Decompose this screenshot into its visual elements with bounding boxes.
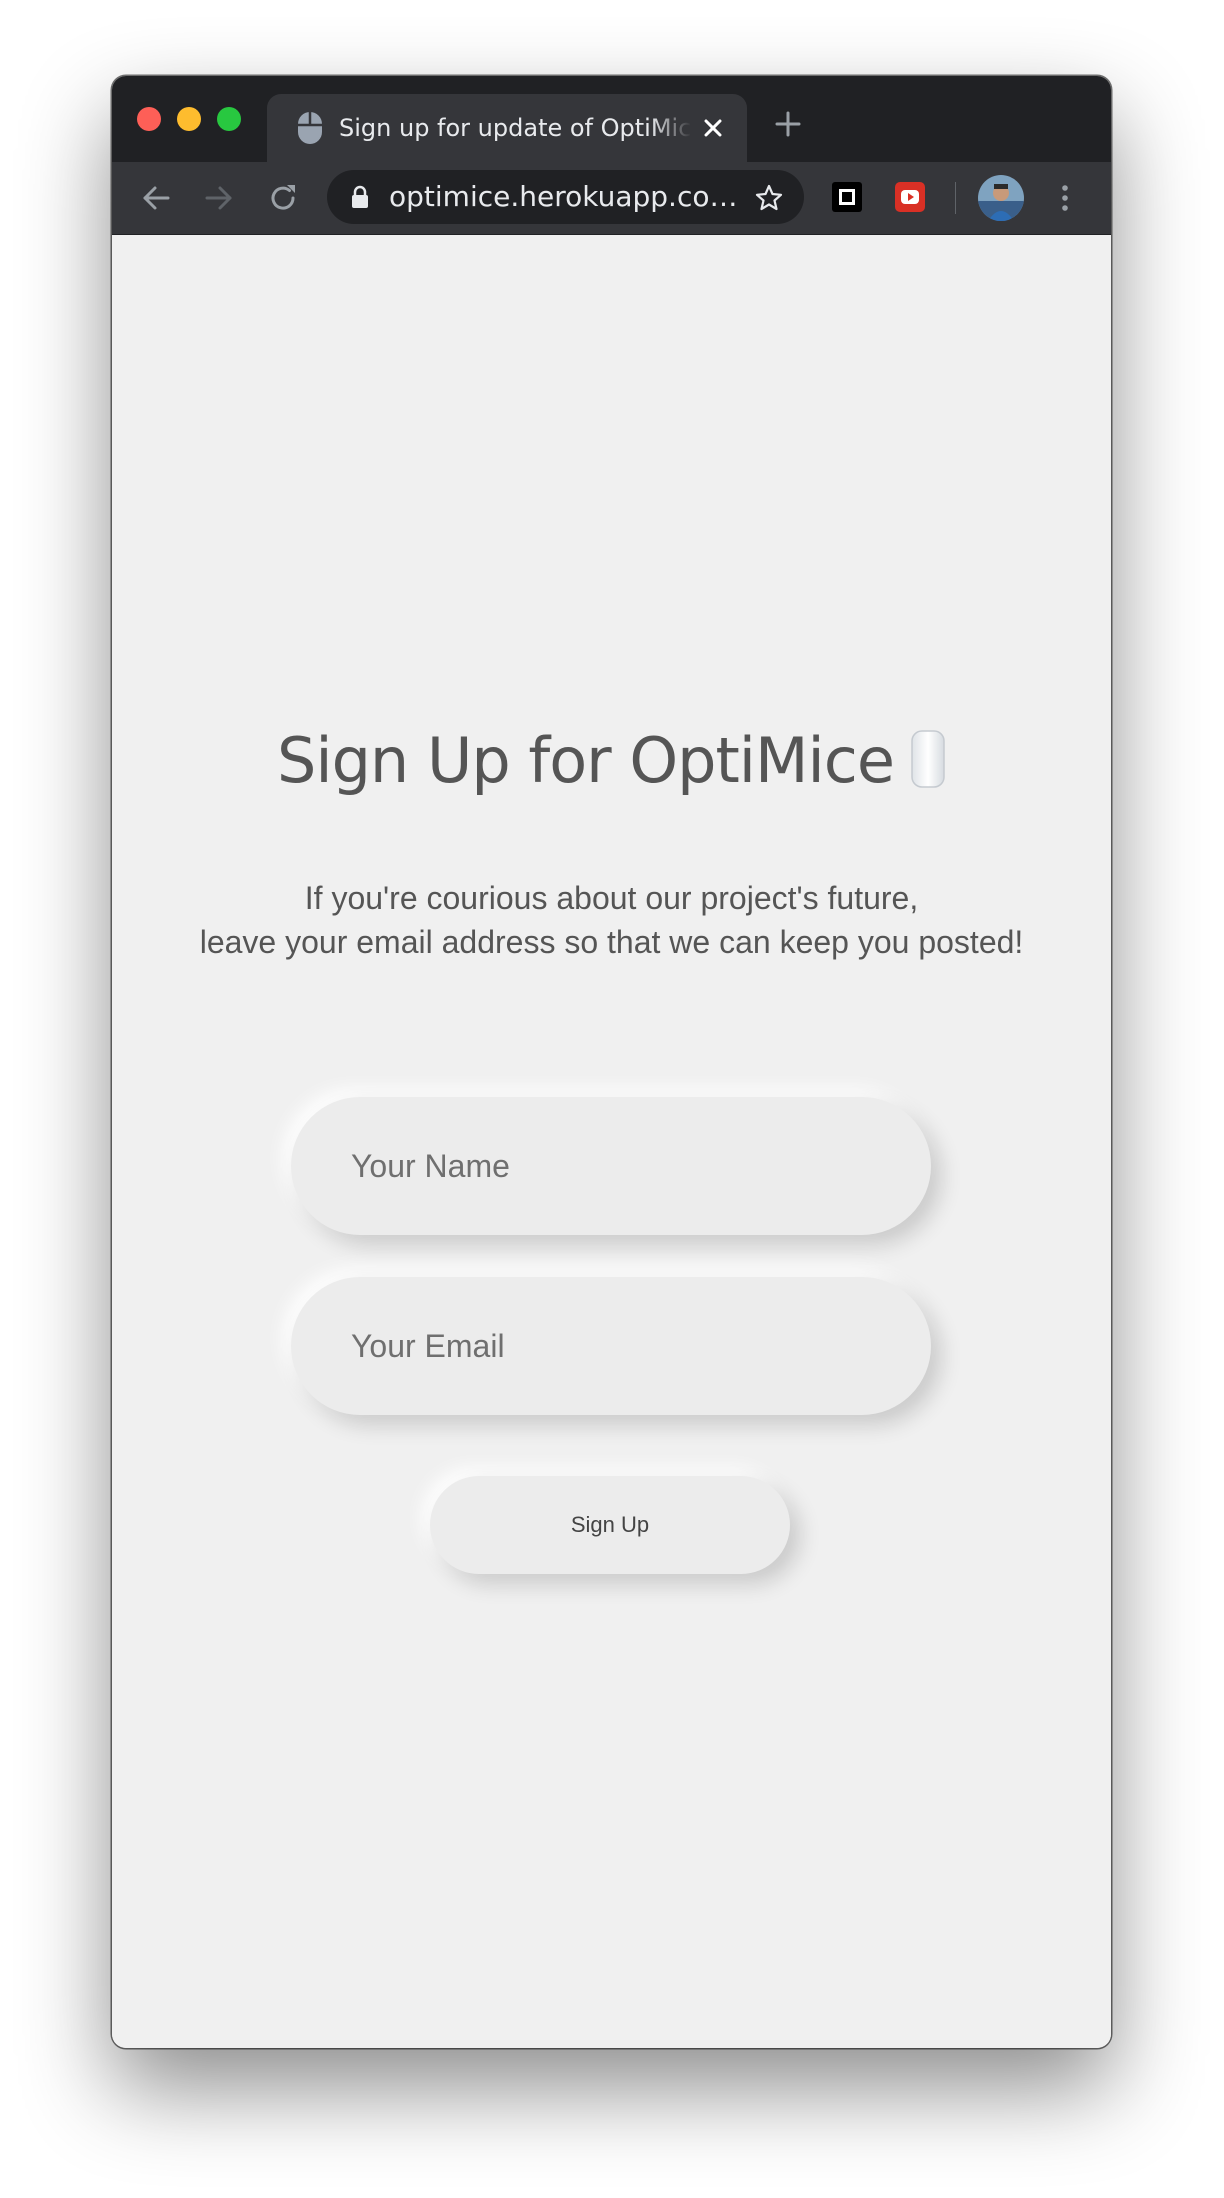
page-content: Sign Up for OptiMice If you're courious … xyxy=(112,235,1111,2048)
subtitle-line-1: If you're courious about our project's f… xyxy=(304,880,919,916)
youtube-extension-icon[interactable] xyxy=(893,180,927,214)
tab-strip: Sign up for update of OptiMice xyxy=(112,76,1111,162)
back-icon[interactable] xyxy=(140,182,172,214)
computer-mouse-icon xyxy=(911,730,945,788)
toolbar-divider xyxy=(955,182,956,214)
address-bar[interactable]: optimice.herokuapp.co… xyxy=(327,170,804,224)
subtitle-line-2: leave your email address so that we can … xyxy=(199,924,1024,960)
tab-title: Sign up for update of OptiMice xyxy=(339,112,691,144)
email-input[interactable] xyxy=(351,1277,891,1415)
name-input[interactable] xyxy=(351,1097,891,1235)
sign-up-button[interactable]: Sign Up xyxy=(430,1476,790,1574)
minimize-window-button[interactable] xyxy=(177,107,201,131)
close-tab-icon[interactable] xyxy=(699,114,727,142)
bookmark-star-icon[interactable] xyxy=(754,183,784,213)
more-menu-icon[interactable] xyxy=(1058,182,1072,214)
zoom-window-button[interactable] xyxy=(217,107,241,131)
new-tab-icon[interactable] xyxy=(774,110,802,138)
tab-active[interactable]: Sign up for update of OptiMice xyxy=(267,94,747,162)
url-text: optimice.herokuapp.co… xyxy=(389,180,738,213)
avatar-image xyxy=(978,175,1024,221)
extension-square-icon[interactable] xyxy=(830,180,864,214)
reload-icon[interactable] xyxy=(267,182,299,214)
page-title: Sign Up for OptiMice xyxy=(112,721,1111,801)
name-field xyxy=(291,1097,931,1235)
page-subtitle: If you're courious about our project's f… xyxy=(112,876,1111,964)
email-field xyxy=(291,1277,931,1415)
browser-toolbar: optimice.herokuapp.co… xyxy=(112,162,1111,235)
forward-icon[interactable] xyxy=(203,182,235,214)
mouse-icon xyxy=(298,112,322,144)
profile-avatar[interactable] xyxy=(978,175,1024,221)
lock-icon[interactable] xyxy=(349,185,371,209)
page-title-text: Sign Up for OptiMice xyxy=(277,724,895,797)
browser-window: Sign up for update of OptiMice optimice.… xyxy=(112,76,1111,2048)
close-window-button[interactable] xyxy=(137,107,161,131)
